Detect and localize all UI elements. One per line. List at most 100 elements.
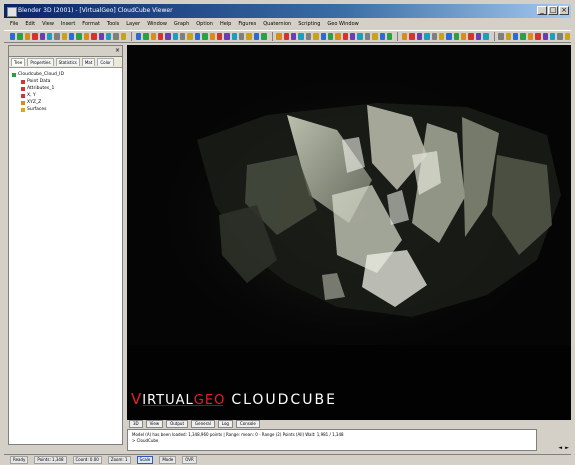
toolbar-button-icon[interactable] bbox=[69, 33, 75, 40]
toolbar-button-icon[interactable] bbox=[379, 33, 385, 40]
toolbar-button-icon[interactable] bbox=[505, 33, 512, 40]
toolbar-button-icon[interactable] bbox=[46, 33, 53, 40]
toolbar-button-icon[interactable] bbox=[209, 33, 215, 40]
toolbar-button-icon[interactable] bbox=[424, 33, 430, 40]
minimize-button[interactable]: _ bbox=[537, 6, 547, 15]
panel-tab-3[interactable]: Mat bbox=[81, 58, 96, 66]
menu-item-1[interactable]: Edit bbox=[25, 18, 35, 30]
toolbar-button-icon[interactable] bbox=[246, 33, 252, 40]
toolbar-button-icon[interactable] bbox=[313, 33, 319, 40]
toolbar-button-icon[interactable] bbox=[446, 33, 452, 40]
3d-viewport[interactable] bbox=[127, 45, 571, 420]
toolbar-button-icon[interactable] bbox=[54, 33, 60, 40]
toolbar-button-icon[interactable] bbox=[557, 33, 563, 40]
toolbar-button-icon[interactable] bbox=[83, 33, 90, 40]
toolbar-button-icon[interactable] bbox=[320, 33, 326, 40]
toolbar-button-icon[interactable] bbox=[564, 33, 571, 40]
close-button[interactable]: × bbox=[559, 6, 569, 15]
toolbar-button-icon[interactable] bbox=[224, 33, 230, 40]
panel-tab-0[interactable]: Tree bbox=[11, 58, 26, 66]
toolbar-button-icon[interactable] bbox=[17, 33, 23, 40]
toolbar-button-icon[interactable] bbox=[335, 33, 341, 40]
toolbar-button-icon[interactable] bbox=[357, 33, 363, 40]
toolbar-button-icon[interactable] bbox=[61, 33, 67, 40]
toolbar-button-icon[interactable] bbox=[24, 33, 31, 40]
toolbar-button-icon[interactable] bbox=[76, 33, 82, 40]
panel-tab-1[interactable]: Properties bbox=[27, 58, 54, 66]
tree-item[interactable]: XYZ_Z bbox=[12, 99, 119, 106]
menu-item-7[interactable]: Window bbox=[147, 18, 167, 30]
toolbar-button-icon[interactable] bbox=[468, 33, 474, 40]
toolbar-button-icon[interactable] bbox=[283, 33, 290, 40]
menu-item-12[interactable]: Quaternion bbox=[263, 18, 291, 30]
toolbar-button-icon[interactable] bbox=[276, 33, 282, 40]
toolbar-button-icon[interactable] bbox=[135, 33, 142, 40]
panel-close-icon[interactable]: × bbox=[115, 47, 120, 55]
toolbar-button-icon[interactable] bbox=[513, 33, 519, 40]
toolbar-button-icon[interactable] bbox=[261, 33, 267, 40]
menu-item-5[interactable]: Tools bbox=[107, 18, 119, 30]
toolbar-button-icon[interactable] bbox=[91, 33, 97, 40]
toolbar-button-icon[interactable] bbox=[120, 33, 126, 40]
toolbar-button-icon[interactable] bbox=[253, 33, 260, 40]
toolbar-button-icon[interactable] bbox=[216, 33, 223, 40]
toolbar-button-icon[interactable] bbox=[194, 33, 201, 40]
toolbar-button-icon[interactable] bbox=[165, 33, 171, 40]
toolbar-button-icon[interactable] bbox=[342, 33, 349, 40]
toolbar-button-icon[interactable] bbox=[475, 33, 482, 40]
toolbar-button-icon[interactable] bbox=[98, 33, 104, 40]
toolbar-button-icon[interactable] bbox=[298, 33, 304, 40]
menu-item-3[interactable]: Insert bbox=[61, 18, 75, 30]
console-prev-icon[interactable]: ◄ bbox=[558, 445, 562, 451]
toolbar-button-icon[interactable] bbox=[39, 33, 45, 40]
toolbar-button-icon[interactable] bbox=[461, 33, 467, 40]
toolbar-button-icon[interactable] bbox=[143, 33, 149, 40]
toolbar-button-icon[interactable] bbox=[327, 33, 334, 40]
toolbar-button-icon[interactable] bbox=[498, 33, 504, 40]
toolbar-button-icon[interactable] bbox=[239, 33, 245, 40]
toolbar-button-icon[interactable] bbox=[157, 33, 164, 40]
toolbar-button-icon[interactable] bbox=[172, 33, 179, 40]
viewport-tab-1[interactable]: View bbox=[145, 420, 164, 428]
menu-item-4[interactable]: Format bbox=[82, 18, 100, 30]
menu-item-11[interactable]: Figures bbox=[238, 18, 256, 30]
menu-item-14[interactable]: Geo Window bbox=[327, 18, 358, 30]
toolbar-button-icon[interactable] bbox=[305, 33, 312, 40]
toolbar-button-icon[interactable] bbox=[231, 33, 238, 40]
viewport-tab-5[interactable]: Console bbox=[235, 420, 260, 428]
tree-item[interactable]: X, Y bbox=[12, 92, 119, 99]
menu-item-10[interactable]: Help bbox=[220, 18, 231, 30]
toolbar-button-icon[interactable] bbox=[402, 33, 408, 40]
toolbar-button-icon[interactable] bbox=[150, 33, 156, 40]
toolbar-button-icon[interactable] bbox=[409, 33, 415, 40]
viewport-tab-2[interactable]: Output bbox=[166, 420, 189, 428]
toolbar-button-icon[interactable] bbox=[364, 33, 371, 40]
toolbar-button-icon[interactable] bbox=[10, 33, 16, 40]
toolbar-button-icon[interactable] bbox=[542, 33, 548, 40]
toolbar-button-icon[interactable] bbox=[202, 33, 208, 40]
panel-tab-4[interactable]: Color bbox=[97, 58, 114, 66]
toolbar-button-icon[interactable] bbox=[527, 33, 534, 40]
viewport-tab-0[interactable]: 3D bbox=[129, 420, 143, 428]
toolbar-button-icon[interactable] bbox=[386, 33, 393, 40]
menu-item-2[interactable]: View bbox=[42, 18, 54, 30]
viewport-tab-3[interactable]: General bbox=[191, 420, 215, 428]
toolbar-button-icon[interactable] bbox=[431, 33, 437, 40]
toolbar-button-icon[interactable] bbox=[416, 33, 423, 40]
tree-item[interactable]: Surfaces bbox=[12, 106, 119, 113]
toolbar-button-icon[interactable] bbox=[372, 33, 378, 40]
toolbar-button-icon[interactable] bbox=[535, 33, 541, 40]
menu-item-9[interactable]: Option bbox=[196, 18, 213, 30]
toolbar-button-icon[interactable] bbox=[180, 33, 186, 40]
menu-item-0[interactable]: File bbox=[10, 18, 18, 30]
console-panel[interactable]: Model (A) has been loaded: 1,348,960 poi… bbox=[127, 429, 537, 451]
toolbar-button-icon[interactable] bbox=[453, 33, 460, 40]
tree-item[interactable]: Cloudcube_Cloud_ID bbox=[12, 71, 119, 78]
maximize-button[interactable]: □ bbox=[548, 6, 558, 15]
toolbar-button-icon[interactable] bbox=[105, 33, 112, 40]
toolbar-button-icon[interactable] bbox=[32, 33, 38, 40]
toolbar-button-icon[interactable] bbox=[549, 33, 556, 40]
viewport-tab-4[interactable]: Log bbox=[217, 420, 233, 428]
toolbar-button-icon[interactable] bbox=[520, 33, 526, 40]
toolbar-button-icon[interactable] bbox=[187, 33, 193, 40]
